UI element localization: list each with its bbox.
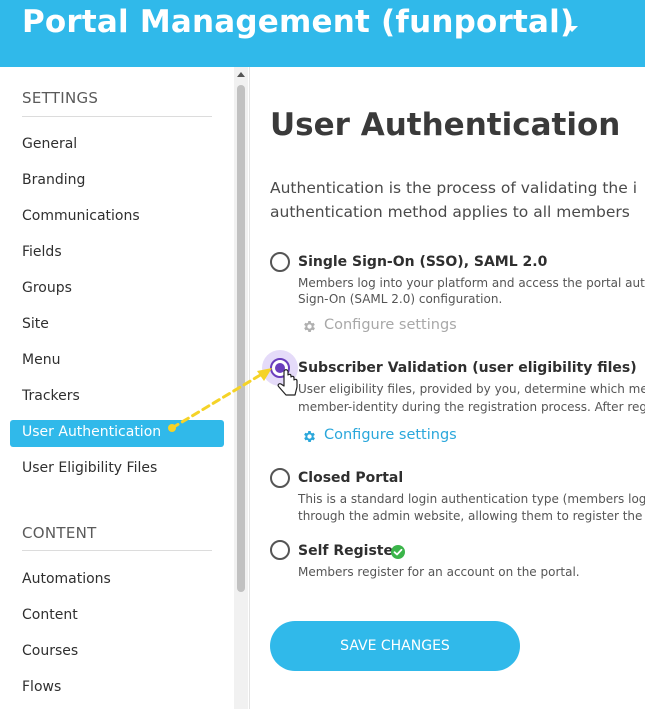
sidebar-item-site[interactable]: Site: [22, 316, 49, 332]
configure-settings-label: Configure settings: [324, 317, 457, 333]
sidebar: SETTINGS General Branding Communications…: [0, 67, 250, 709]
sidebar-item-flows[interactable]: Flows: [22, 679, 61, 695]
radio-subscriber-validation[interactable]: [270, 358, 290, 378]
option-desc-self-register: Members register for an account on the p…: [298, 565, 580, 579]
option-label-subscriber-validation[interactable]: Subscriber Validation (user eligibility …: [298, 360, 637, 376]
sidebar-item-fields[interactable]: Fields: [22, 244, 62, 260]
option-label-sso[interactable]: Single Sign-On (SSO), SAML 2.0: [298, 254, 547, 270]
option-desc-closed-line-1: This is a standard login authentication …: [298, 492, 645, 506]
sidebar-item-content[interactable]: Content: [22, 607, 78, 623]
portal-title[interactable]: Portal Management (funportal): [22, 4, 574, 40]
page-title: User Authentication: [270, 107, 621, 143]
option-desc-subscriber-line-2: member-identity during the registration …: [298, 400, 645, 414]
scrollbar-thumb[interactable]: [237, 85, 245, 592]
gear-icon: [304, 321, 315, 332]
sidebar-item-groups[interactable]: Groups: [22, 280, 72, 296]
sidebar-scrollbar[interactable]: [234, 67, 248, 709]
sidebar-item-automations[interactable]: Automations: [22, 571, 111, 587]
sidebar-item-label: User Authentication: [22, 424, 162, 440]
sidebar-item-communications[interactable]: Communications: [22, 208, 140, 224]
sidebar-item-branding[interactable]: Branding: [22, 172, 85, 188]
option-desc-closed-line-2: through the admin website, allowing them…: [298, 509, 643, 523]
intro-text-line-2: authentication method applies to all mem…: [270, 203, 630, 221]
sidebar-item-courses[interactable]: Courses: [22, 643, 78, 659]
content-section-title: CONTENT: [22, 524, 97, 542]
sidebar-item-user-authentication[interactable]: User Authentication: [10, 420, 224, 447]
option-label-closed-portal[interactable]: Closed Portal: [298, 470, 403, 486]
settings-divider: [22, 116, 212, 117]
settings-section-title: SETTINGS: [22, 89, 99, 107]
check-circle-icon: [391, 545, 405, 559]
configure-settings-label: Configure settings: [324, 427, 457, 443]
portal-header: Portal Management (funportal): [0, 0, 645, 67]
sidebar-item-menu[interactable]: Menu: [22, 352, 60, 368]
gear-icon: [304, 431, 315, 442]
option-desc-sso-line-1: Members log into your platform and acces…: [298, 276, 645, 290]
intro-text-line-1: Authentication is the process of validat…: [270, 179, 638, 197]
sidebar-item-general[interactable]: General: [22, 136, 77, 152]
radio-closed-portal[interactable]: [270, 468, 290, 488]
save-changes-button[interactable]: SAVE CHANGES: [270, 621, 520, 671]
option-desc-subscriber-line-1: User eligibility files, provided by you,…: [298, 382, 645, 396]
main-content: User Authentication Authentication is th…: [250, 67, 645, 709]
option-desc-sso-line-2: Sign-On (SAML 2.0) configuration.: [298, 292, 503, 306]
content-divider: [22, 550, 212, 551]
scroll-up-arrow-icon[interactable]: [237, 72, 245, 77]
sidebar-item-trackers[interactable]: Trackers: [22, 388, 80, 404]
radio-sso[interactable]: [270, 252, 290, 272]
chevron-down-icon[interactable]: [564, 24, 580, 34]
radio-self-register[interactable]: [270, 540, 290, 560]
option-label-self-register[interactable]: Self Register: [298, 543, 400, 559]
sidebar-item-user-eligibility-files[interactable]: User Eligibility Files: [22, 460, 157, 476]
